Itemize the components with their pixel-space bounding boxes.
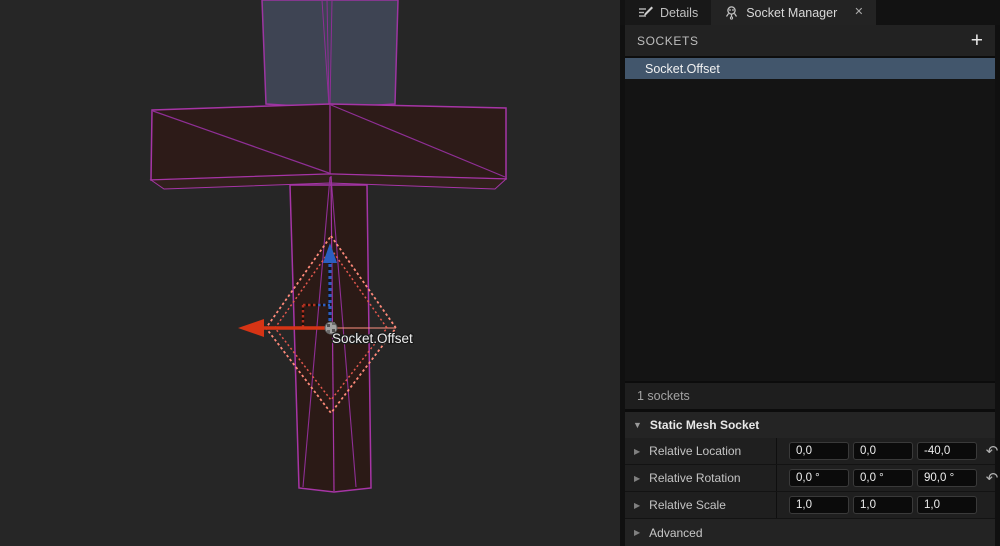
location-y-field[interactable] [853, 442, 913, 460]
scale-y-field[interactable] [853, 496, 913, 514]
add-socket-button[interactable]: + [971, 30, 983, 51]
close-tab-icon[interactable]: ✕ [854, 7, 863, 18]
tab-details-label: Details [660, 5, 699, 20]
scale-z-field[interactable] [917, 496, 977, 514]
relative-scale-values [777, 492, 977, 518]
panel-tab-bar: Details Socket Manager ✕ [620, 0, 1000, 25]
rotation-z-field[interactable] [917, 469, 977, 487]
location-x-field[interactable] [789, 442, 849, 460]
socket-list-empty-area[interactable] [625, 79, 995, 381]
relative-location-row: ▶ Relative Location ↶ [625, 438, 998, 465]
advanced-label: Advanced [649, 525, 703, 540]
section-title: Static Mesh Socket [649, 418, 760, 432]
socket-manager-icon [726, 6, 738, 20]
sockets-header: SOCKETS + [625, 25, 995, 56]
expander-icon: ▶ [634, 528, 641, 537]
socket-count-status: 1 sockets [625, 381, 995, 409]
socket-list-item-label: Socket.Offset [645, 61, 720, 76]
rotation-reset-cell: ↶ [977, 465, 1000, 491]
rotation-x-field[interactable] [789, 469, 849, 487]
relative-rotation-values [777, 465, 977, 491]
static-mesh-socket-section[interactable]: ▼ Static Mesh Socket [625, 409, 995, 438]
tab-socket-manager[interactable]: Socket Manager ✕ [711, 0, 877, 25]
relative-scale-label[interactable]: ▶ Relative Scale [625, 492, 777, 518]
mesh-viewport[interactable]: Socket.Offset [0, 0, 620, 546]
relative-location-label[interactable]: ▶ Relative Location [625, 438, 777, 464]
relative-scale-row: ▶ Relative Scale [625, 492, 995, 519]
expander-icon[interactable]: ▶ [634, 474, 640, 483]
socket-manager-window: Socket.Offset Details Socket Manager ✕ S… [0, 0, 1000, 546]
reset-to-default-icon[interactable]: ↶ [986, 471, 999, 486]
expander-icon[interactable]: ▶ [634, 447, 640, 456]
advanced-section[interactable]: ▶ Advanced [625, 519, 995, 546]
socket-count-text: 1 sockets [637, 389, 690, 403]
scale-reset-cell [977, 492, 1000, 518]
sockets-title: SOCKETS [637, 33, 699, 48]
tab-socket-manager-label: Socket Manager [746, 5, 838, 20]
chevron-down-icon: ▼ [633, 420, 642, 430]
socket-list-item-selected[interactable]: Socket.Offset [625, 58, 995, 79]
pencil-icon [639, 6, 653, 17]
expander-icon[interactable]: ▶ [634, 501, 640, 510]
location-reset-cell: ↶ [977, 438, 1000, 464]
socket-name-label: Socket.Offset [332, 331, 413, 346]
scale-x-field[interactable] [789, 496, 849, 514]
viewport-canvas: Socket.Offset [0, 0, 620, 546]
tab-details[interactable]: Details [625, 0, 712, 25]
sword-blade [261, 0, 399, 109]
reset-to-default-icon[interactable]: ↶ [986, 444, 999, 459]
relative-rotation-row: ▶ Relative Rotation ↶ [625, 465, 998, 492]
socket-manager-panel: Details Socket Manager ✕ SOCKETS + Socke… [620, 0, 1000, 546]
location-z-field[interactable] [917, 442, 977, 460]
relative-location-values [777, 438, 977, 464]
sword-crossguard [149, 103, 508, 190]
rotation-y-field[interactable] [853, 469, 913, 487]
relative-rotation-label[interactable]: ▶ Relative Rotation [625, 465, 777, 491]
